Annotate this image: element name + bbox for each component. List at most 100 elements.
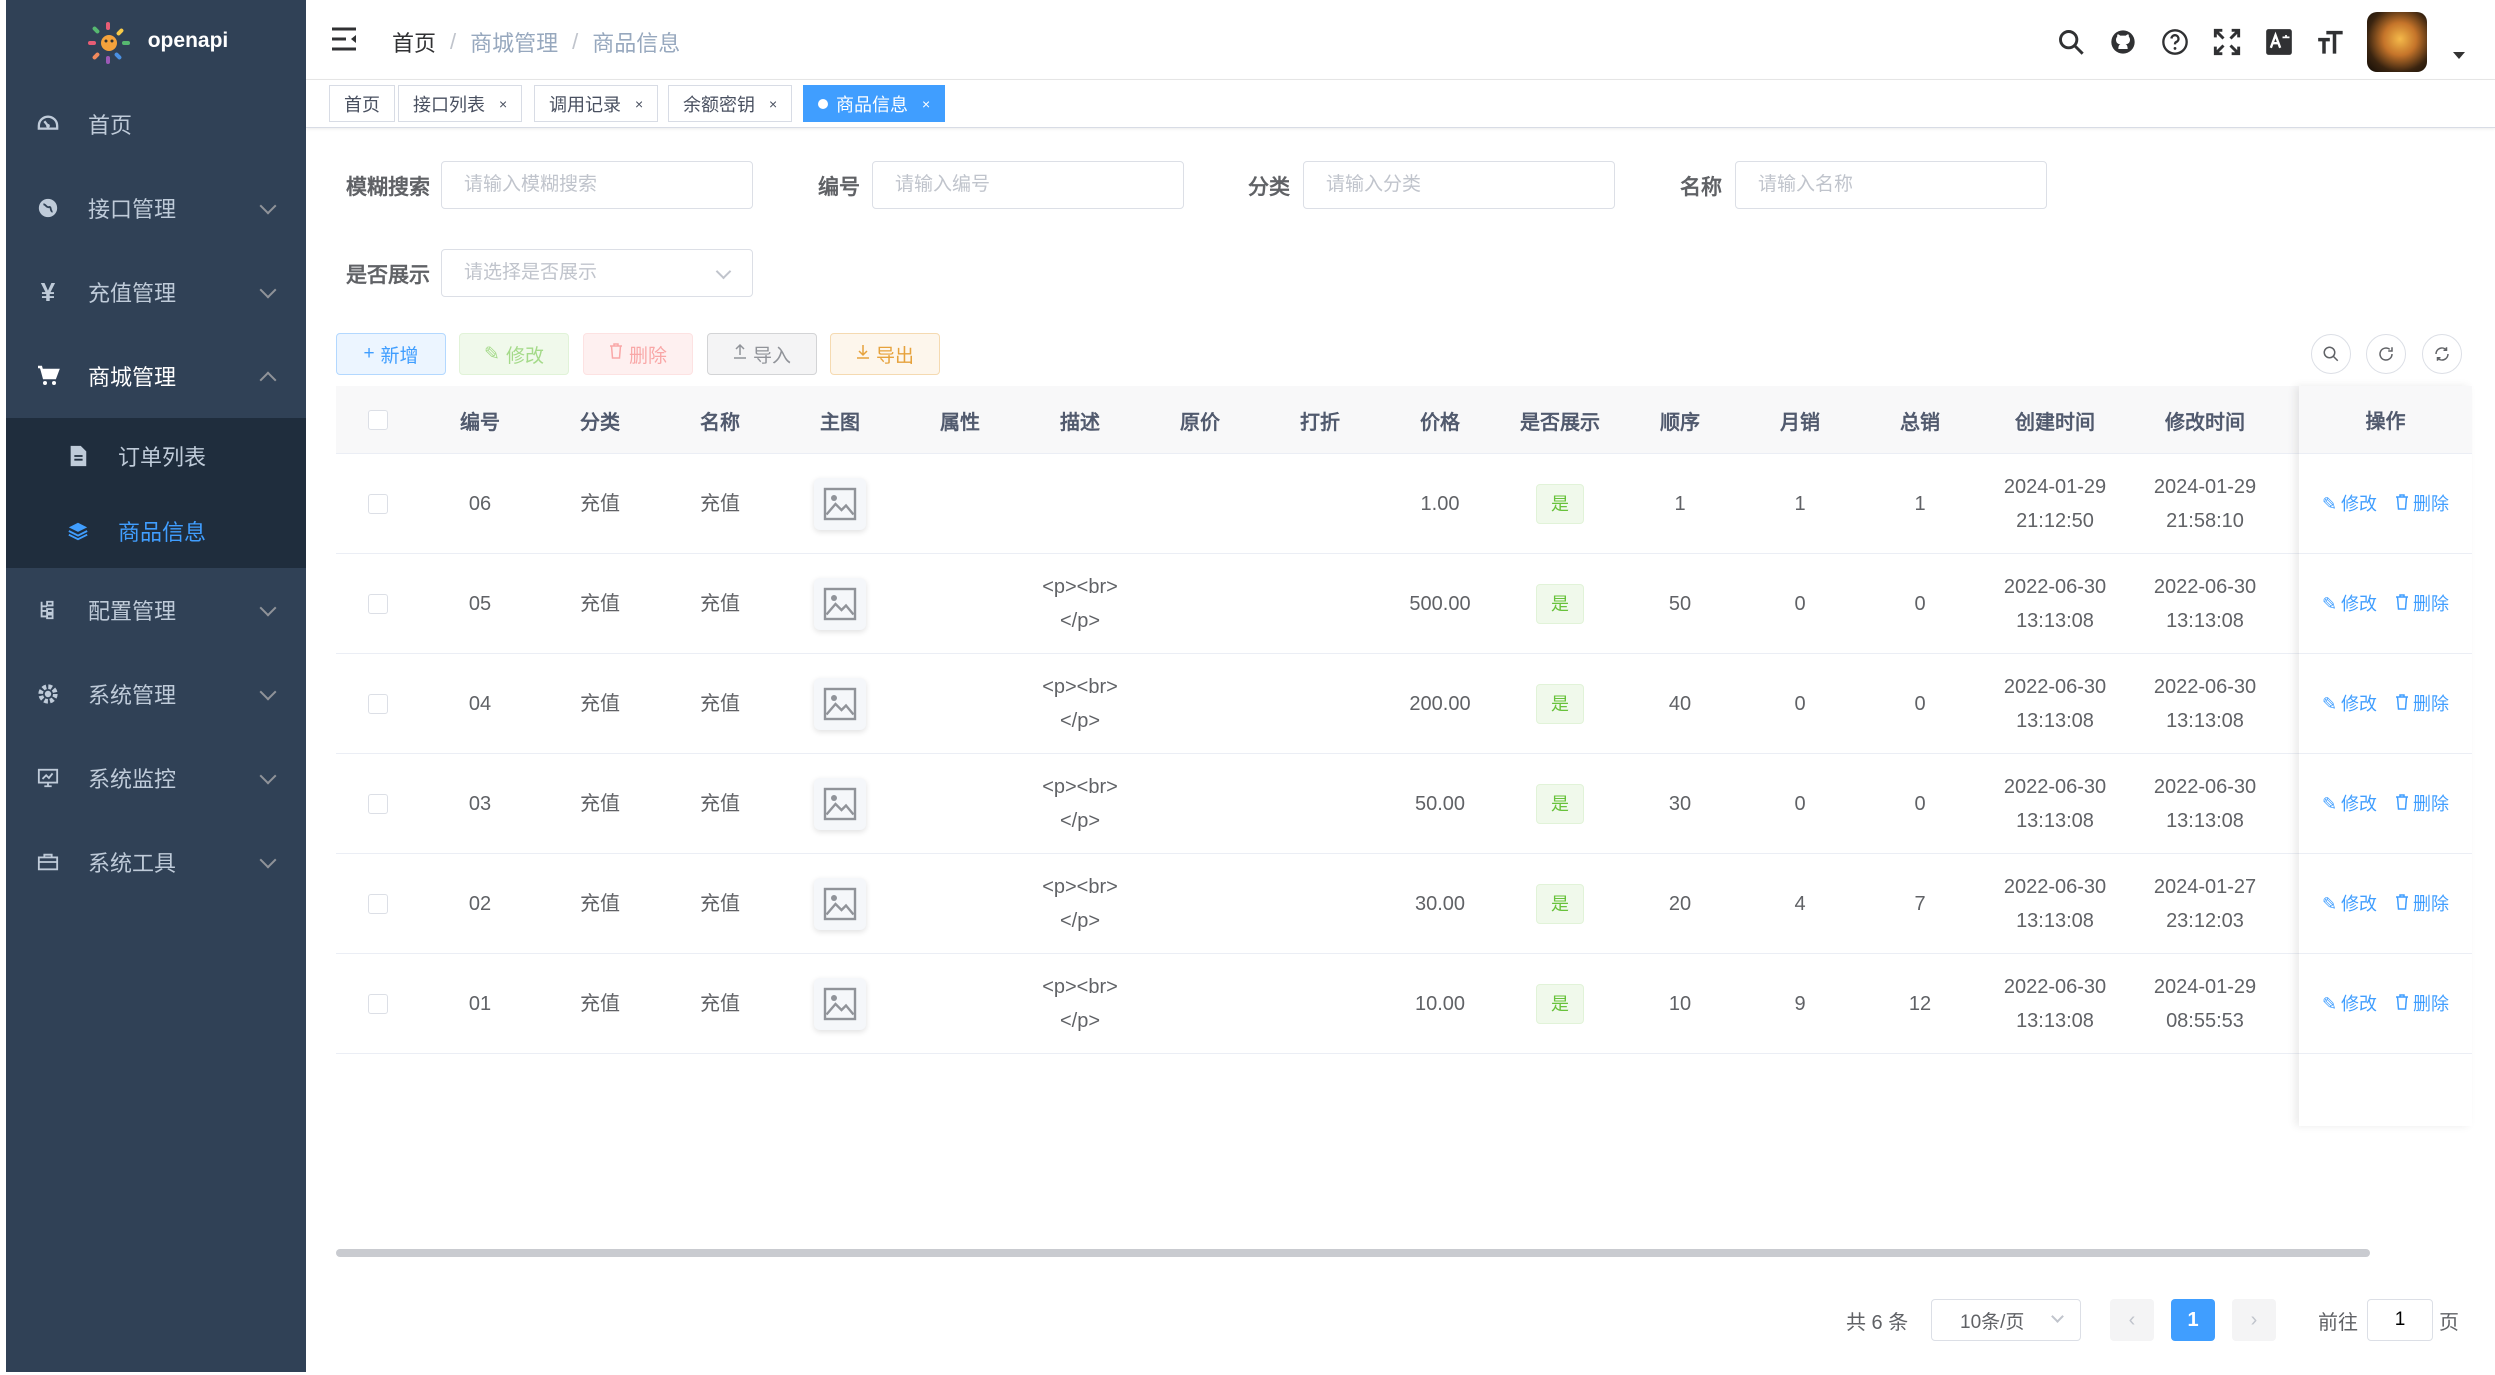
image-placeholder-icon[interactable] (814, 778, 866, 830)
category-input[interactable] (1303, 161, 1615, 209)
tag-api-list[interactable]: 接口列表 × (398, 85, 523, 122)
row-delete-link[interactable]: 删除 (2395, 587, 2449, 621)
sidebar-item-mall[interactable]: 商城管理 (6, 334, 306, 418)
pagination-total: 共 6 条 (1846, 1311, 1909, 1334)
logo[interactable]: openapi (6, 0, 306, 82)
code-input[interactable] (872, 161, 1184, 209)
edit-button[interactable]: ✎ 修改 (459, 333, 569, 375)
row-edit-link[interactable]: ✎ 修改 (2322, 687, 2377, 721)
next-page-button[interactable]: › (2232, 1299, 2276, 1341)
row-edit-link[interactable]: ✎ 修改 (2322, 587, 2377, 621)
search-icon[interactable] (2055, 26, 2087, 58)
name-cell: 充值 (700, 893, 740, 915)
submenu-mall: 订单列表 商品信息 (6, 418, 306, 568)
name-input[interactable] (1735, 161, 2047, 209)
tag-home[interactable]: 首页 (329, 85, 395, 122)
prev-page-button[interactable]: ‹ (2110, 1299, 2154, 1341)
toggle-search-button[interactable] (2311, 334, 2351, 374)
horizontal-scrollbar[interactable] (336, 1249, 2472, 1259)
row-checkbox[interactable] (368, 794, 388, 814)
refresh-button[interactable] (2366, 334, 2406, 374)
status-badge: 是 (1536, 784, 1584, 824)
github-icon[interactable] (2107, 26, 2139, 58)
font-size-icon[interactable] (2315, 26, 2347, 58)
fullscreen-icon[interactable] (2211, 26, 2243, 58)
row-edit-link[interactable]: ✎ 修改 (2322, 787, 2377, 821)
sidebar-item-config[interactable]: 配置管理 (6, 568, 306, 652)
help-icon[interactable] (2159, 26, 2191, 58)
row-checkbox[interactable] (368, 494, 388, 514)
translate-icon[interactable] (2263, 26, 2295, 58)
column-header: 名称 (700, 411, 740, 434)
row-delete-link[interactable]: 删除 (2395, 887, 2449, 921)
caret-down-icon[interactable] (2453, 52, 2465, 59)
hamburger-icon[interactable] (330, 26, 358, 52)
sidebar-item-monitor[interactable]: 系统监控 (6, 736, 306, 820)
sidebar-item-recharge[interactable]: ¥ 充值管理 (6, 250, 306, 334)
sidebar-item-orders[interactable]: 订单列表 (6, 418, 306, 493)
monitor-icon (34, 764, 62, 792)
show-cell: 是 (1500, 554, 1620, 654)
sidebar-item-api[interactable]: 接口管理 (6, 166, 306, 250)
add-button[interactable]: + 新增 (336, 333, 446, 375)
goto-suffix: 页 (2439, 1311, 2459, 1334)
fuzzy-search-label: 模糊搜索 (346, 176, 430, 199)
import-button[interactable]: 导入 (707, 333, 817, 375)
avatar[interactable] (2367, 12, 2427, 72)
image-placeholder-icon[interactable] (814, 678, 866, 730)
fuzzy-search-input[interactable] (441, 161, 753, 209)
row-checkbox[interactable] (368, 894, 388, 914)
total-cell: 1 (1914, 493, 1926, 515)
select-all-cell (336, 386, 420, 454)
modified-date: 2024-01-27 (2153, 876, 2257, 898)
image-placeholder-icon[interactable] (814, 578, 866, 630)
order-cell: 1 (1674, 493, 1686, 515)
show-cell: 是 (1500, 954, 1620, 1054)
tag-call-records[interactable]: 调用记录 × (534, 85, 659, 122)
goto-page-input[interactable] (2367, 1299, 2433, 1341)
show-cell: 是 (1500, 754, 1620, 854)
page-size-select[interactable]: 10条/页 (1931, 1299, 2081, 1341)
monthly-cell: 0 (1794, 693, 1806, 715)
row-edit-link[interactable]: ✎ 修改 (2322, 987, 2377, 1021)
row-checkbox[interactable] (368, 594, 388, 614)
delete-button[interactable]: 删除 (583, 333, 693, 375)
tag-label: 接口列表 (413, 94, 485, 115)
select-all-checkbox[interactable] (368, 410, 388, 430)
tag-balance-keys[interactable]: 余额密钥 × (668, 85, 793, 122)
orig-cell (1140, 954, 1260, 1054)
row-edit-link[interactable]: ✎ 修改 (2322, 487, 2377, 521)
close-icon[interactable]: × (769, 96, 777, 112)
breadcrumb-item[interactable]: 首页 (392, 26, 436, 58)
row-checkbox[interactable] (368, 994, 388, 1014)
desc-line: </p> (1059, 710, 1101, 732)
sidebar-item-home[interactable]: 首页 (6, 82, 306, 166)
image-placeholder-icon[interactable] (814, 878, 866, 930)
row-checkbox[interactable] (368, 694, 388, 714)
show-select[interactable] (441, 249, 753, 297)
row-delete-link[interactable]: 删除 (2395, 687, 2449, 721)
image-placeholder-icon[interactable] (814, 978, 866, 1030)
edit-icon: ✎ (2321, 793, 2338, 814)
scrollbar-thumb[interactable] (336, 1249, 2370, 1257)
page-number-current[interactable]: 1 (2171, 1299, 2215, 1341)
sidebar-item-system[interactable]: 系统管理 (6, 652, 306, 736)
close-icon[interactable]: × (635, 96, 643, 112)
sidebar-item-label: 系统管理 (88, 683, 177, 708)
close-icon[interactable]: × (499, 96, 507, 112)
export-button[interactable]: 导出 (830, 333, 940, 375)
columns-toggle-button[interactable] (2422, 334, 2462, 374)
row-delete-link[interactable]: 删除 (2395, 787, 2449, 821)
close-icon[interactable]: × (922, 96, 930, 112)
image-placeholder-icon[interactable] (814, 478, 866, 530)
row-delete-label: 删除 (2413, 893, 2450, 914)
row-delete-link[interactable]: 删除 (2395, 487, 2449, 521)
column-header[interactable]: 编号 (420, 386, 540, 454)
attr-cell (900, 854, 1020, 954)
sidebar-item-products[interactable]: 商品信息 (6, 493, 306, 568)
column-header: 主图 (820, 411, 860, 434)
row-delete-link[interactable]: 删除 (2395, 987, 2449, 1021)
row-edit-link[interactable]: ✎ 修改 (2322, 887, 2377, 921)
sidebar-item-tools[interactable]: 系统工具 (6, 820, 306, 904)
tag-products[interactable]: 商品信息 × (803, 85, 946, 122)
